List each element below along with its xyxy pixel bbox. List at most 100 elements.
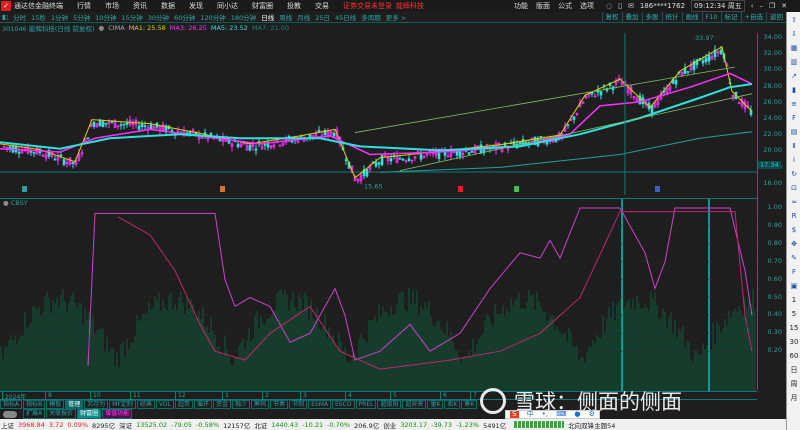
close-icon[interactable]: ✕ xyxy=(781,2,787,10)
chart-tool-button[interactable]: 多股 xyxy=(641,12,662,23)
login-notice[interactable]: 证券交易未登录 xyxy=(343,1,392,11)
indicator-tab[interactable]: 模板 xyxy=(46,400,65,409)
indicator-tab[interactable]: 节制 xyxy=(289,400,308,409)
toggle-panel-icon[interactable]: ◧ xyxy=(2,13,8,21)
sidebar-period-button[interactable]: 月 xyxy=(788,392,800,404)
indicator-tab[interactable]: VOL xyxy=(155,400,175,409)
chart-tool-button[interactable]: 标记 xyxy=(720,12,741,23)
sz-index[interactable]: 13525.02 xyxy=(136,421,167,429)
period-tab[interactable]: 更多 > xyxy=(386,12,407,22)
message-icon[interactable]: ◌ xyxy=(606,2,612,10)
period-tab[interactable]: 月线 xyxy=(297,12,310,22)
period-tab[interactable]: 30分钟 xyxy=(148,12,169,22)
indicator-tab[interactable]: 超级阳 xyxy=(377,400,402,409)
extension-tab[interactable]: 关联报价 xyxy=(46,409,77,419)
indicator-tab[interactable]: 筹K xyxy=(461,400,478,409)
cy-index[interactable]: 3203.17 xyxy=(400,421,427,429)
period-tab[interactable]: 1分钟 xyxy=(51,12,68,22)
indicator-tab[interactable]: 指标A xyxy=(0,400,23,409)
punctuation-icon[interactable]: •, xyxy=(542,411,548,418)
menu-item[interactable]: 投教 xyxy=(287,1,301,11)
indicator-tab[interactable]: 资金 xyxy=(213,400,232,409)
mail-icon[interactable]: ✉ xyxy=(628,2,634,10)
indicator-tab[interactable]: 筹码 xyxy=(251,400,270,409)
indicator-tab[interactable]: PREL xyxy=(355,400,377,409)
menu-item[interactable]: 行情 xyxy=(77,1,91,11)
indicator-tab[interactable]: 卖K xyxy=(444,400,461,409)
indicator-tab[interactable]: 超异夹 xyxy=(402,400,427,409)
menu-item[interactable]: 财富圈 xyxy=(252,1,273,11)
chart-tool-button[interactable]: +自选 xyxy=(740,12,766,23)
down-arrow-icon[interactable]: ⇩ xyxy=(788,28,800,40)
menu-item[interactable]: 数据 xyxy=(161,1,175,11)
chart-tool-button[interactable]: F10 xyxy=(701,12,721,23)
screenshot-icon[interactable]: ⊡ xyxy=(788,182,800,194)
period-tab[interactable]: 多周期 xyxy=(361,12,381,22)
user-icon[interactable]: ● xyxy=(574,411,580,418)
f10-icon[interactable]: F xyxy=(788,112,800,124)
sidebar-period-button[interactable]: 1 xyxy=(788,294,800,306)
indicator-tab[interactable]: 管理 xyxy=(65,400,84,409)
sidebar-period-button[interactable]: 日 xyxy=(788,364,800,376)
chart-tool-button[interactable]: 统计 xyxy=(661,12,682,23)
refresh-icon[interactable]: ↻ xyxy=(788,168,800,180)
menu-item[interactable]: 功能 xyxy=(514,1,528,11)
period-tab[interactable]: 60分钟 xyxy=(174,12,195,22)
move-icon[interactable]: ✥ xyxy=(788,238,800,250)
extension-tab[interactable]: 增值功能 xyxy=(102,409,133,419)
period-tab[interactable]: 25日 xyxy=(315,12,330,22)
menu-item[interactable]: 版面 xyxy=(536,1,550,11)
settings-icon[interactable]: ● xyxy=(99,24,105,32)
period-tab[interactable]: 日线 xyxy=(261,12,274,22)
ime-toolbar[interactable]: S 中 •, ⌨ ● ⚙ xyxy=(505,410,600,419)
period-tab[interactable]: 5分钟 xyxy=(73,12,90,22)
extension-tab[interactable]: 财富圈 xyxy=(77,409,102,419)
chart-tool-button[interactable]: 复权 xyxy=(601,12,622,23)
pause-icon[interactable]: Ⅱ xyxy=(788,140,800,152)
menu-item[interactable]: 同小达 xyxy=(217,1,238,11)
menu-item[interactable]: 发现 xyxy=(189,1,203,11)
sidebar-period-button[interactable]: 5 xyxy=(788,308,800,320)
image-icon[interactable]: ▣ xyxy=(788,280,800,292)
minimize-icon[interactable]: – xyxy=(760,2,764,10)
up-arrow-icon[interactable]: ⇧ xyxy=(788,14,800,26)
news-ticker[interactable]: 北向双锋主题54 xyxy=(568,420,615,430)
info-icon[interactable]: i xyxy=(788,154,800,166)
indicator-tab[interactable]: MF定制 xyxy=(109,400,136,409)
period-tab[interactable]: 180分钟 xyxy=(231,12,256,22)
extension-tab[interactable]: 扩展A xyxy=(23,409,46,419)
ime-chinese-mode[interactable]: 中 xyxy=(527,411,534,418)
money-icon[interactable]: $ xyxy=(788,224,800,236)
line-chart-icon[interactable]: ↗ xyxy=(788,70,800,82)
indicator-chart[interactable] xyxy=(0,198,757,391)
user-account[interactable]: 186****1762 xyxy=(640,2,685,10)
menu-item[interactable]: 公式 xyxy=(558,1,572,11)
indicator-tab[interactable]: 量K xyxy=(427,400,444,409)
restore-icon[interactable]: ❐ xyxy=(769,2,775,10)
rsi-icon[interactable]: R xyxy=(788,210,800,222)
sh-index[interactable]: 3968.84 xyxy=(18,421,45,429)
chart-tool-button[interactable]: 画线 xyxy=(681,12,702,23)
price-chart[interactable]: 33.97 15.65 xyxy=(0,33,757,195)
overlay-icon[interactable]: ≡ xyxy=(788,98,800,110)
fs-icon[interactable]: F xyxy=(788,266,800,278)
period-tab[interactable]: 周线 xyxy=(279,12,292,22)
indicator-tab[interactable]: 融少 xyxy=(232,400,251,409)
keyboard-icon[interactable]: ⌨ xyxy=(556,411,566,418)
period-tab[interactable]: 分时 xyxy=(13,12,26,22)
sidebar-period-button[interactable]: 15 xyxy=(788,322,800,334)
candle-icon[interactable]: ▮ xyxy=(788,84,800,96)
indicator-name[interactable]: CIMA xyxy=(108,24,125,32)
menu-item[interactable]: 资讯 xyxy=(133,1,147,11)
menu-item[interactable]: 选项 xyxy=(580,1,594,11)
period-tab[interactable]: 45日线 xyxy=(335,12,356,22)
indicator-tab[interactable]: ESMA xyxy=(308,400,332,409)
ma-indicator-icon[interactable]: ≈ xyxy=(788,196,800,208)
bar-chart-icon[interactable]: ▥ xyxy=(788,56,800,68)
indicator-tab[interactable]: 另存为 xyxy=(84,400,109,409)
notes-icon[interactable]: ▤ xyxy=(788,126,800,138)
indicator-tab[interactable]: 节奏 xyxy=(270,400,289,409)
ime-logo-icon[interactable]: S xyxy=(510,411,519,418)
indicator-label[interactable]: ● CBSY xyxy=(3,199,28,207)
indicator-tab[interactable]: 经典 xyxy=(136,400,155,409)
